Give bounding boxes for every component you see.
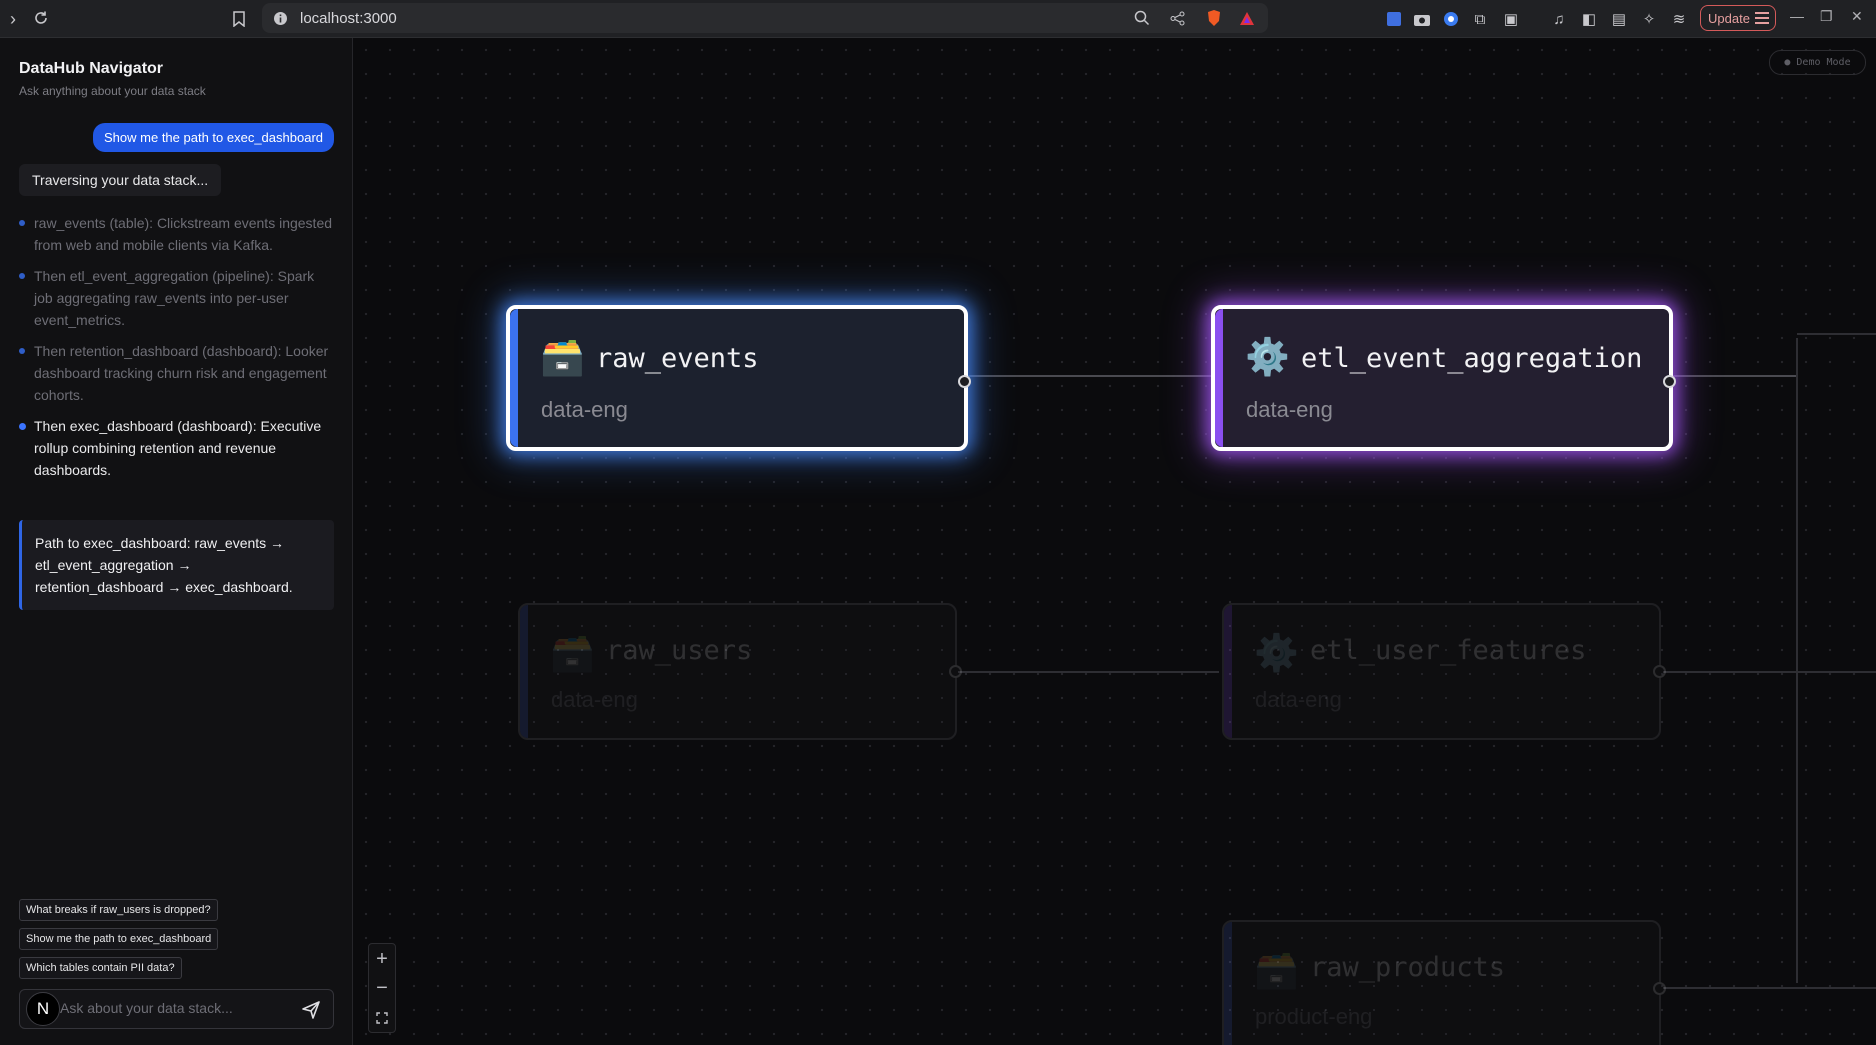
node-accent xyxy=(510,309,518,447)
node-name: etl_user_features xyxy=(1310,635,1587,666)
path-step: Then retention_dashboard (dashboard): Lo… xyxy=(19,340,335,406)
app-title: DataHub Navigator xyxy=(19,60,164,77)
gear-icon: ⚙️ xyxy=(1254,632,1299,673)
menu-icon xyxy=(1755,12,1769,27)
brave-rewards-icon[interactable] xyxy=(1237,8,1257,28)
extensions-puzzle-icon[interactable]: ⧉ xyxy=(1470,9,1490,29)
sidebar-toggle-icon[interactable]: ◧ xyxy=(1579,9,1599,29)
wallet-icon[interactable]: ▤ xyxy=(1609,9,1629,29)
node-team: data-eng xyxy=(1246,397,1333,422)
table-icon: 🗃️ xyxy=(1254,949,1299,990)
bookmark-icon[interactable] xyxy=(229,9,249,29)
zoom-icon[interactable] xyxy=(1132,8,1152,28)
url-text: localhost:3000 xyxy=(300,9,397,27)
leo-ai-icon[interactable]: ✧ xyxy=(1639,9,1659,29)
lineage-edges xyxy=(958,333,1876,989)
node-etl-event-aggregation[interactable]: ⚙️ etl_event_aggregation data-eng xyxy=(1211,305,1676,451)
status-message: Traversing your data stack... xyxy=(19,164,222,196)
chat-input-box: N xyxy=(19,989,334,1029)
fit-view-icon xyxy=(376,1012,388,1024)
address-bar[interactable]: localhost:3000 xyxy=(262,3,1268,33)
node-output-handle[interactable] xyxy=(949,665,962,678)
app-subtitle: Ask anything about your data stack xyxy=(19,84,206,98)
update-label: Update xyxy=(1708,10,1750,26)
node-accent xyxy=(1224,922,1232,1045)
node-output-handle[interactable] xyxy=(1653,665,1666,678)
avatar: N xyxy=(26,992,60,1026)
node-raw-events[interactable]: 🗃️ raw_events data-eng xyxy=(506,305,971,451)
node-etl-user-features[interactable]: ⚙️ etl_user_features data-eng xyxy=(1222,603,1666,740)
table-icon: 🗃️ xyxy=(550,632,595,673)
forward-icon[interactable]: › xyxy=(2,8,24,30)
node-team: data-eng xyxy=(551,687,638,712)
close-icon[interactable]: ✕ xyxy=(1851,8,1863,25)
path-step-active: Then exec_dashboard (dashboard): Executi… xyxy=(19,415,335,481)
extension-gear-icon[interactable] xyxy=(1441,9,1461,29)
media-icon[interactable]: ♫ xyxy=(1549,9,1569,29)
zoom-out-button[interactable]: − xyxy=(369,974,395,1002)
node-accent xyxy=(1224,605,1232,738)
chat-sidebar: DataHub Navigator Ask anything about you… xyxy=(0,38,353,1045)
chat-input[interactable] xyxy=(60,1000,300,1016)
node-raw-products[interactable]: 🗃️ raw_products product-eng xyxy=(1222,920,1666,1045)
node-name: raw_products xyxy=(1310,952,1506,983)
node-name: etl_event_aggregation xyxy=(1301,343,1643,374)
site-info-icon[interactable] xyxy=(270,8,290,28)
browser-toolbar: › localhost:3000 ⧉ ▣ ♫ ◧ ▤ ✧ ≋ Update — … xyxy=(0,0,1876,38)
zoom-in-button[interactable]: + xyxy=(369,945,395,973)
suggestion-chip[interactable]: Show me the path to exec_dashboard xyxy=(19,928,219,950)
path-summary: Path to exec_dashboard: raw_events → etl… xyxy=(19,520,334,610)
extension-vpn-icon[interactable] xyxy=(1384,9,1404,29)
restore-icon[interactable]: ❐ xyxy=(1820,8,1833,25)
share-icon[interactable] xyxy=(1167,8,1187,28)
path-step: raw_events (table): Clickstream events i… xyxy=(19,212,335,256)
node-accent xyxy=(520,605,528,738)
user-message: Show me the path to exec_dashboard xyxy=(93,123,334,152)
lineage-canvas[interactable]: ● Demo Mode 🗃️ raw_events data-eng ⚙️ et… xyxy=(354,38,1876,1045)
vpn-icon[interactable]: ≋ xyxy=(1669,9,1689,29)
path-step: Then etl_event_aggregation (pipeline): S… xyxy=(19,265,335,331)
fit-view-button[interactable] xyxy=(369,1004,395,1032)
screenshot-icon[interactable]: ▣ xyxy=(1501,9,1521,29)
node-team: data-eng xyxy=(541,397,628,422)
path-steps: raw_events (table): Clickstream events i… xyxy=(19,212,335,490)
node-name: raw_events xyxy=(596,343,759,374)
node-team: data-eng xyxy=(1255,687,1342,712)
node-team: product-eng xyxy=(1255,1004,1373,1029)
table-icon: 🗃️ xyxy=(540,336,585,377)
node-output-handle[interactable] xyxy=(958,375,971,388)
node-accent xyxy=(1215,309,1223,447)
camera-icon[interactable] xyxy=(1412,9,1432,29)
update-button[interactable]: Update xyxy=(1700,5,1776,31)
send-icon[interactable] xyxy=(301,1000,321,1020)
reload-icon[interactable] xyxy=(30,7,52,29)
suggestion-chip[interactable]: What breaks if raw_users is dropped? xyxy=(19,899,218,921)
gear-icon: ⚙️ xyxy=(1245,336,1290,377)
suggestion-chip[interactable]: Which tables contain PII data? xyxy=(19,957,182,979)
brave-shield-icon[interactable] xyxy=(1204,8,1224,28)
node-output-handle[interactable] xyxy=(1653,982,1666,995)
node-output-handle[interactable] xyxy=(1663,375,1676,388)
minimize-icon[interactable]: — xyxy=(1790,8,1804,24)
node-raw-users[interactable]: 🗃️ raw_users data-eng xyxy=(518,603,962,740)
zoom-controls: + − xyxy=(368,943,396,1033)
node-name: raw_users xyxy=(606,635,753,666)
